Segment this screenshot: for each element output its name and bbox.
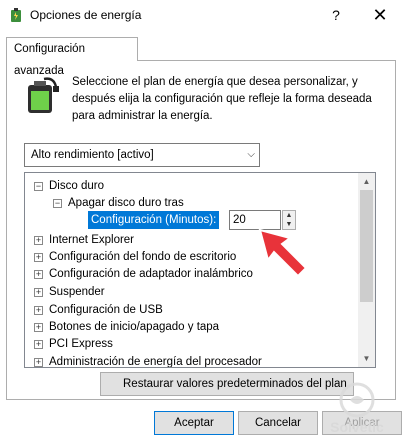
expand-icon[interactable]: +: [34, 358, 43, 367]
tree-scrollbar[interactable]: ▲ ▼: [358, 173, 375, 367]
expand-icon[interactable]: +: [34, 236, 43, 245]
cancel-button[interactable]: Cancelar: [238, 411, 318, 435]
settings-tree[interactable]: − Disco duro − Apagar disco duro tras Co…: [24, 172, 376, 368]
tree-item-label: Configuración de adaptador inalámbrico: [49, 268, 253, 280]
tree-item-label: Internet Explorer: [49, 234, 135, 246]
power-plan-select[interactable]: Alto rendimiento [activo] ⌵: [24, 143, 260, 167]
tree-item-label: Configuración del fondo de escritorio: [49, 251, 237, 263]
accept-button[interactable]: Aceptar: [154, 411, 234, 435]
tab-advanced-settings[interactable]: Configuración avanzada: [6, 37, 138, 77]
tree-item-label: PCI Express: [49, 338, 113, 350]
scroll-down-icon[interactable]: ▼: [358, 350, 375, 367]
tree-item-label: Botones de inicio/apagado y tapa: [49, 321, 220, 333]
help-button[interactable]: ?: [326, 5, 346, 25]
solvetic-watermark-logo: Solvetic: [330, 382, 384, 435]
tree-item-label: Apagar disco duro tras: [68, 197, 184, 209]
tree-item-label: Disco duro: [49, 180, 104, 192]
window-title: Opciones de energía: [30, 8, 142, 22]
scroll-thumb[interactable]: [360, 190, 373, 302]
expand-icon[interactable]: +: [34, 288, 43, 297]
scroll-up-icon[interactable]: ▲: [358, 173, 375, 190]
tree-item-label: Suspender: [49, 286, 105, 298]
collapse-icon[interactable]: −: [34, 182, 43, 191]
setting-label: Configuración (Minutos):: [88, 211, 220, 229]
power-options-icon: [11, 8, 21, 22]
spin-up-icon[interactable]: ▲: [283, 211, 295, 220]
red-arrow-icon: [258, 228, 308, 278]
chevron-down-icon: ⌵: [247, 149, 255, 160]
title-bar: Opciones de energía ? ✕: [0, 0, 404, 32]
collapse-icon[interactable]: −: [53, 199, 62, 208]
expand-icon[interactable]: +: [34, 253, 43, 262]
expand-icon[interactable]: +: [34, 270, 43, 279]
description-text: Seleccione el plan de energía que desea …: [72, 76, 372, 122]
watermark-text: Solvetic: [330, 419, 384, 435]
tree-item-label: Administración de energía del procesador: [49, 356, 262, 368]
close-button[interactable]: ✕: [368, 4, 392, 26]
expand-icon[interactable]: +: [34, 340, 43, 349]
expand-icon[interactable]: +: [34, 323, 43, 332]
tree-item-label: Configuración de USB: [49, 304, 163, 316]
expand-icon[interactable]: +: [34, 306, 43, 315]
power-plan-value: Alto rendimiento [activo]: [31, 149, 154, 161]
